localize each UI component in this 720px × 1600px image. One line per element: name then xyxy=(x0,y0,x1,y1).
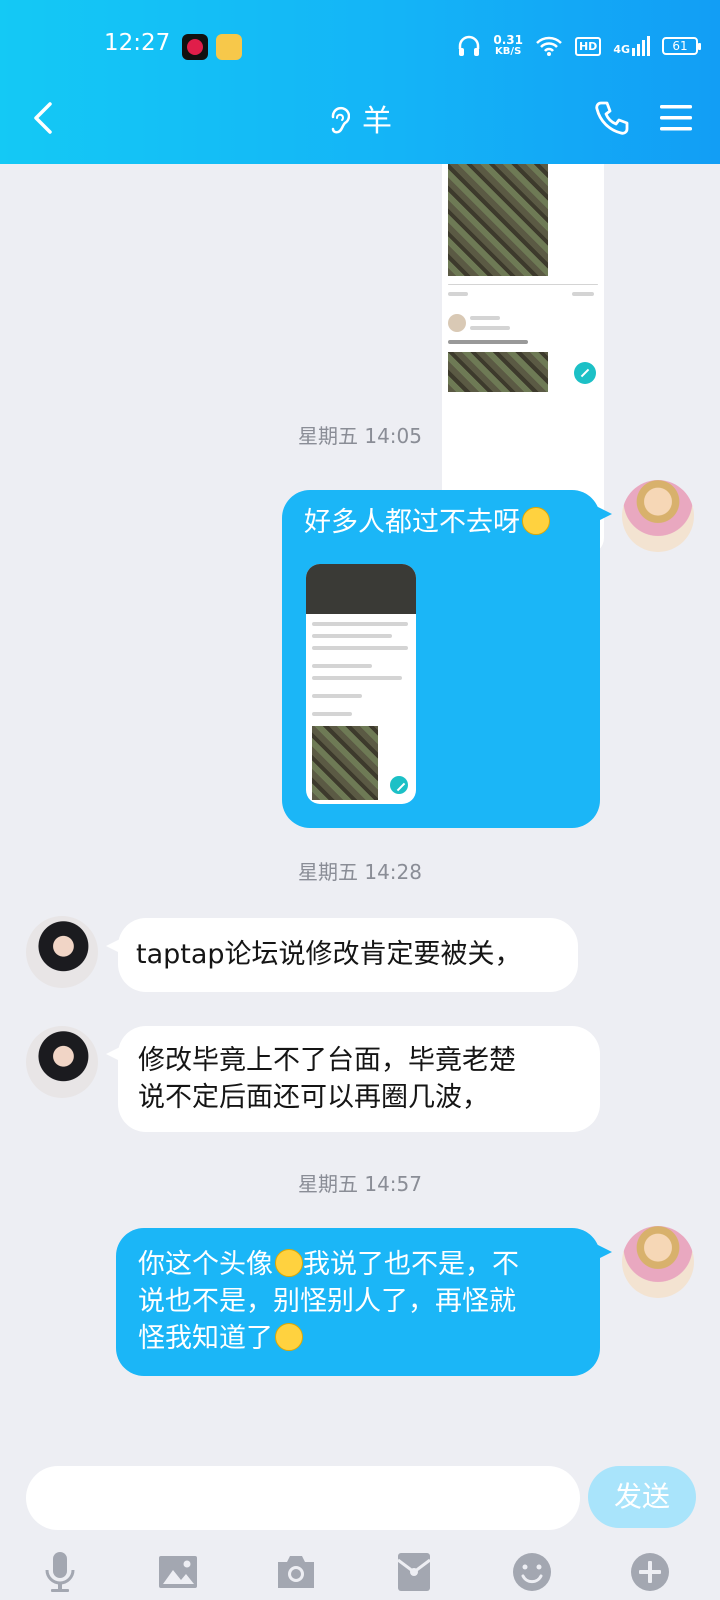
contact-name: 羊 xyxy=(362,104,392,139)
ear-icon xyxy=(331,106,350,134)
microphone-icon[interactable] xyxy=(38,1550,82,1594)
timestamp: 星期五 14:28 xyxy=(298,860,422,884)
my-avatar[interactable] xyxy=(622,480,694,552)
screenshot-avatar xyxy=(448,314,466,332)
wifi-icon xyxy=(536,36,562,56)
message-text-fragment: 你这个头像 xyxy=(138,1249,273,1280)
toolbar xyxy=(0,1550,720,1594)
screenshot-text-line xyxy=(470,326,510,330)
screenshot-text-line xyxy=(312,676,402,680)
image-message[interactable] xyxy=(306,564,416,804)
screenshot-text-line xyxy=(312,694,362,698)
pen-icon xyxy=(390,776,408,794)
blush-emoji-icon xyxy=(275,1323,303,1351)
app-notification-icon xyxy=(182,34,208,60)
phone-call-button[interactable] xyxy=(592,98,632,138)
network-speed-unit: KB/S xyxy=(495,46,522,57)
emoji-icon[interactable] xyxy=(510,1550,554,1594)
chat-header: 12:27 0.31 KB/S HD 4G 61 羊 xyxy=(0,0,720,164)
screenshot-map-image xyxy=(448,164,548,276)
headphones-icon xyxy=(459,35,480,56)
screenshot-text-line xyxy=(312,646,408,650)
status-right: 0.31 KB/S HD 4G 61 xyxy=(457,30,701,62)
message-text-line: 说也不是，别怪别人了，再怪就 xyxy=(138,1286,516,1317)
incoming-message[interactable]: 修改毕竟上不了台面，毕竟老楚 说不定后面还可以再圈几波， xyxy=(106,1026,600,1132)
wink-emoji-icon xyxy=(275,1249,303,1277)
outgoing-message[interactable]: 你这个头像 我说了也不是，不 说也不是，别怪别人了，再怪就 怪我知道了 xyxy=(116,1228,612,1376)
message-text-line: 怪我知道了 xyxy=(138,1320,578,1357)
timestamp: 星期五 14:57 xyxy=(298,1172,422,1196)
message-text: taptap论坛说修改肯定要被关， xyxy=(136,939,522,970)
send-button[interactable]: 发送 xyxy=(588,1466,696,1528)
plus-icon[interactable] xyxy=(628,1550,672,1594)
cell-signal-icon: 4G xyxy=(613,36,650,56)
incoming-message[interactable]: taptap论坛说修改肯定要被关， xyxy=(106,918,578,992)
message-text: 好多人都过不去呀 xyxy=(304,504,578,541)
message-list[interactable]: 星期五 14:05 好多人都过不去呀 星期五 14:28 taptap论坛说修改… xyxy=(0,164,720,1458)
message-text-line: 说不定后面还可以再圈几波， xyxy=(138,1082,489,1113)
input-bar: 发送 xyxy=(0,1458,720,1600)
game-notification-icon xyxy=(216,34,242,60)
screenshot-header xyxy=(306,564,416,614)
contact-avatar[interactable] xyxy=(26,916,98,988)
camera-icon[interactable] xyxy=(274,1550,318,1594)
message-text-line: 你这个头像 我说了也不是，不 xyxy=(138,1246,578,1283)
network-type: 4G xyxy=(613,43,630,56)
outgoing-message[interactable]: 好多人都过不去呀 xyxy=(282,490,612,828)
screenshot-map-image xyxy=(312,726,378,800)
image-icon[interactable] xyxy=(156,1550,200,1594)
screenshot-text-line xyxy=(312,712,352,716)
pen-icon xyxy=(574,362,596,384)
message-text-content: 好多人都过不去呀 xyxy=(304,507,520,538)
nav-bar: 羊 xyxy=(0,88,720,148)
screenshot-divider xyxy=(448,284,598,285)
smirk-emoji-icon xyxy=(522,507,550,535)
my-avatar[interactable] xyxy=(622,1226,694,1298)
menu-button[interactable] xyxy=(654,96,698,140)
status-time: 12:27 xyxy=(104,30,171,56)
screenshot-text-line xyxy=(470,316,500,320)
screenshot-text-line xyxy=(572,292,594,296)
contact-avatar[interactable] xyxy=(26,1026,98,1098)
battery-icon: 61 xyxy=(662,37,701,55)
screenshot-text-line xyxy=(312,622,408,626)
status-bar: 12:27 0.31 KB/S HD 4G 61 xyxy=(0,28,720,64)
screenshot-text-line xyxy=(448,292,468,296)
hd-voice-badge: HD xyxy=(574,36,602,56)
timestamp: 星期五 14:05 xyxy=(298,424,422,448)
network-speed-value: 0.31 xyxy=(493,33,523,47)
message-text-fragment: 我说了也不是，不 xyxy=(303,1249,519,1280)
red-packet-icon[interactable] xyxy=(392,1550,436,1594)
screenshot-map-image xyxy=(448,352,548,392)
message-input[interactable] xyxy=(26,1466,580,1530)
network-speed: 0.31 KB/S xyxy=(493,34,523,58)
screenshot-text-line xyxy=(312,664,372,668)
screenshot-text-line xyxy=(448,340,528,344)
screenshot-text-line xyxy=(312,634,392,638)
message-text-line: 修改毕竟上不了台面，毕竟老楚 xyxy=(138,1045,516,1076)
message-text-fragment: 怪我知道了 xyxy=(138,1323,273,1354)
